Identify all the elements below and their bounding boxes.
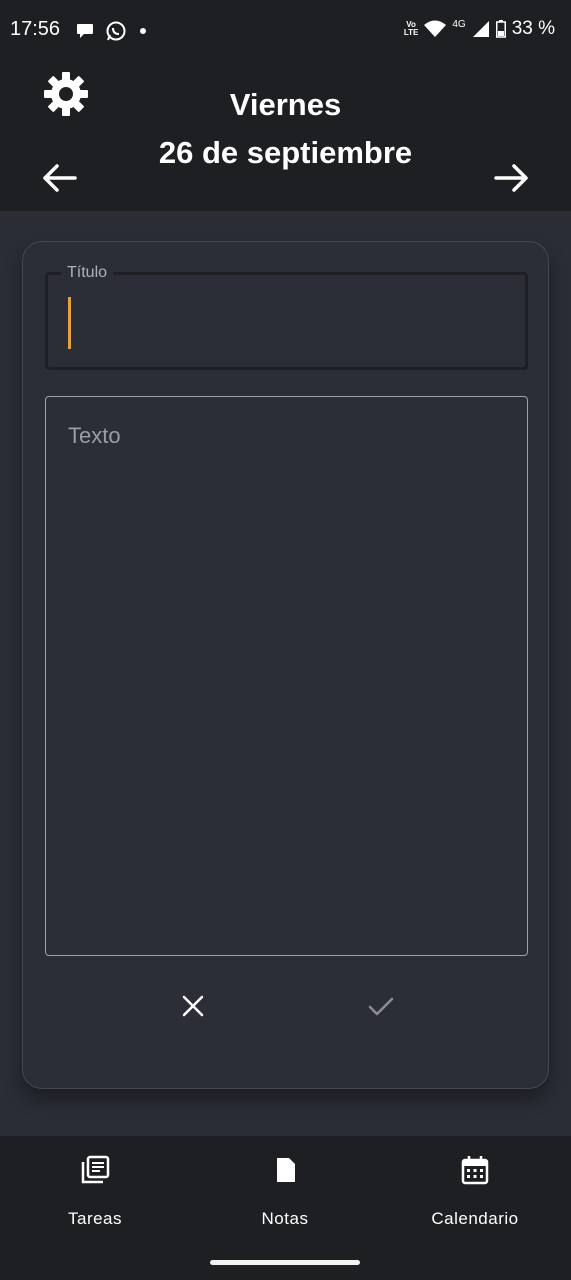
battery-icon	[495, 20, 506, 38]
nav-label-tareas: Tareas	[67, 1209, 123, 1228]
tasks-icon	[81, 1155, 110, 1184]
nav-item-tareas[interactable]: Tareas	[0, 1136, 190, 1246]
calendar-icon	[461, 1156, 489, 1185]
nav-label-notas: Notas	[261, 1209, 309, 1228]
next-day-button[interactable]	[494, 163, 530, 193]
confirm-button[interactable]	[363, 988, 399, 1024]
date-header: Viernes 26 de septiembre	[0, 60, 571, 211]
title-field[interactable]	[45, 272, 528, 370]
text-field[interactable]: Texto	[45, 396, 528, 956]
notification-icons	[75, 20, 149, 42]
nav-label-calendario: Calendario	[431, 1209, 519, 1228]
dot-icon	[140, 28, 146, 34]
network-type: 4G	[452, 18, 466, 30]
header-date: 26 de septiembre	[158, 135, 413, 170]
note-icon	[277, 1158, 295, 1182]
bottom-navigation: Tareas Notas Calendario	[0, 1136, 571, 1280]
arrow-left-icon	[43, 164, 77, 192]
nav-item-notas[interactable]: Notas	[190, 1136, 380, 1246]
status-time: 17:56	[10, 18, 61, 40]
home-indicator[interactable]	[210, 1260, 360, 1265]
battery-percent: 33 %	[511, 18, 555, 39]
arrow-right-icon	[494, 164, 528, 192]
volte-indicator: Vo LTE	[403, 20, 419, 37]
previous-day-button[interactable]	[41, 163, 77, 193]
whatsapp-icon	[106, 21, 126, 41]
wifi-icon	[424, 20, 447, 37]
cancel-button[interactable]	[175, 988, 211, 1024]
status-right: Vo LTE 4G 33 %	[404, 18, 555, 40]
signal-icon	[472, 21, 489, 37]
text-placeholder: Texto	[68, 423, 121, 448]
chat-bubble-icon	[77, 24, 93, 38]
status-bar: 17:56 Vo LTE 4G 33 %	[0, 0, 571, 60]
nav-item-calendario[interactable]: Calendario	[380, 1136, 570, 1246]
title-label: Título	[61, 264, 114, 282]
close-icon	[182, 995, 204, 1017]
header-day: Viernes	[229, 87, 342, 122]
check-icon	[368, 997, 394, 1016]
note-form-card: Título Texto	[22, 241, 549, 1089]
text-cursor	[68, 297, 71, 349]
